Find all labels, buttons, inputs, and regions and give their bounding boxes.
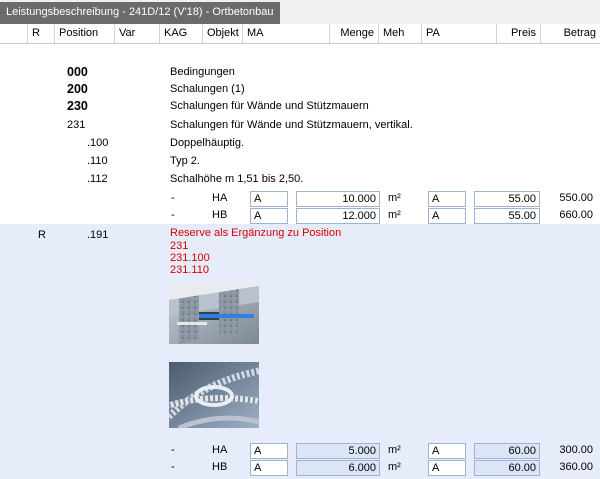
menge-field[interactable]: 5.000 [296,443,380,459]
meh-cell: m² [388,192,401,204]
ma-field[interactable]: A [250,191,288,207]
position-cell: 231 [67,119,86,131]
menge-field[interactable]: 6.000 [296,460,380,476]
reserve-text: Reserve als Ergänzung zu Position [170,227,342,239]
quantity-row[interactable]: - HB A 12.000 m² A 55.00 660.00 [0,207,600,224]
reserve-section[interactable]: R .191 Reserve als Ergänzung zu Position… [0,224,600,479]
preis-field[interactable]: 55.00 [474,208,540,224]
reserve-ref-231: 231 [170,240,189,252]
tab-leistungsbeschreibung[interactable]: Leistungsbeschreibung - 241D/12 (V'18) -… [0,2,280,24]
formwork-illustration-icon [169,282,259,344]
objekt-cell: HB [212,461,228,473]
table-row[interactable]: .110 Typ 2. [0,153,600,170]
text-cell: Schalhöhe m 1,51 bis 2,50. [170,173,304,185]
formwork-image [169,282,259,344]
preis-field[interactable]: 55.00 [474,191,540,207]
column-header: R Position Var KAG Objekt MA Menge Meh P… [0,24,600,44]
table-row[interactable]: 231 Schalungen für Wände und Stützmauern… [0,117,600,134]
header-pa[interactable]: PA [422,24,497,43]
ma-field[interactable]: A [250,208,288,224]
position-cell: .112 [87,173,108,185]
pa-field[interactable]: A [428,443,466,459]
header-objekt[interactable]: Objekt [203,24,243,43]
reserve-ref-231-110: 231.110 [170,264,209,276]
preis-field[interactable]: 60.00 [474,443,540,459]
objekt-cell: HA [212,444,228,456]
header-betrag[interactable]: Betrag [541,24,600,43]
header-kag[interactable]: KAG [160,24,203,43]
text-cell: Typ 2. [170,155,200,167]
rebar-illustration-icon [169,362,259,428]
tab-bar: Leistungsbeschreibung - 241D/12 (V'18) -… [0,0,600,24]
rebar-image [169,362,259,428]
position-cell: .191 [87,229,109,241]
meh-cell: m² [388,209,401,221]
header-ma[interactable]: MA [243,24,330,43]
pa-field[interactable]: A [428,460,466,476]
header-position[interactable]: Position [55,24,115,43]
betrag-cell: 300.00 [559,444,593,456]
betrag-cell: 550.00 [559,192,593,204]
position-cell: .110 [87,155,108,167]
position-cell: 000 [67,65,88,79]
dash: - [171,192,175,204]
betrag-cell: 360.00 [559,461,593,473]
position-cell: .100 [87,137,109,149]
betrag-cell: 660.00 [559,209,593,221]
position-cell: 200 [67,82,88,96]
header-marker[interactable] [0,24,28,43]
r-cell: R [38,229,46,241]
header-r[interactable]: R [28,24,55,43]
pa-field[interactable]: A [428,191,466,207]
objekt-cell: HB [212,209,228,221]
dash: - [171,461,175,473]
text-cell: Doppelhäuptig. [170,137,245,149]
menge-field[interactable]: 12.000 [296,208,380,224]
quantity-row[interactable]: - HA A 5.000 m² A 60.00 300.00 [0,442,600,459]
table-row[interactable]: 000 Bedingungen [0,64,600,81]
text-cell: Schalungen (1) [170,83,245,95]
dash: - [171,209,175,221]
text-cell: Bedingungen [170,66,235,78]
header-meh[interactable]: Meh [379,24,422,43]
meh-cell: m² [388,461,401,473]
ma-field[interactable]: A [250,460,288,476]
quantity-row[interactable]: - HA A 10.000 m² A 55.00 550.00 [0,190,600,207]
quantity-row[interactable]: - HB A 6.000 m² A 60.00 360.00 [0,459,600,476]
objekt-cell: HA [212,192,228,204]
table-row[interactable]: .112 Schalhöhe m 1,51 bis 2,50. [0,171,600,188]
header-var[interactable]: Var [115,24,160,43]
text-cell: Schalungen für Wände und Stützmauern, ve… [170,119,413,131]
text-cell: Schalungen für Wände und Stützmauern [170,100,369,112]
menge-field[interactable]: 10.000 [296,191,380,207]
header-menge[interactable]: Menge [330,24,379,43]
table-row[interactable]: 200 Schalungen (1) [0,81,600,98]
header-preis[interactable]: Preis [497,24,541,43]
position-cell: 230 [67,99,88,113]
preis-field[interactable]: 60.00 [474,460,540,476]
reserve-row[interactable]: R .191 Reserve als Ergänzung zu Position [0,227,600,244]
table-row[interactable]: 230 Schalungen für Wände und Stützmauern [0,98,600,115]
meh-cell: m² [388,444,401,456]
dash: - [171,444,175,456]
table-row[interactable]: .100 Doppelhäuptig. [0,135,600,152]
pa-field[interactable]: A [428,208,466,224]
reserve-ref-231-100: 231.100 [170,252,210,264]
ma-field[interactable]: A [250,443,288,459]
